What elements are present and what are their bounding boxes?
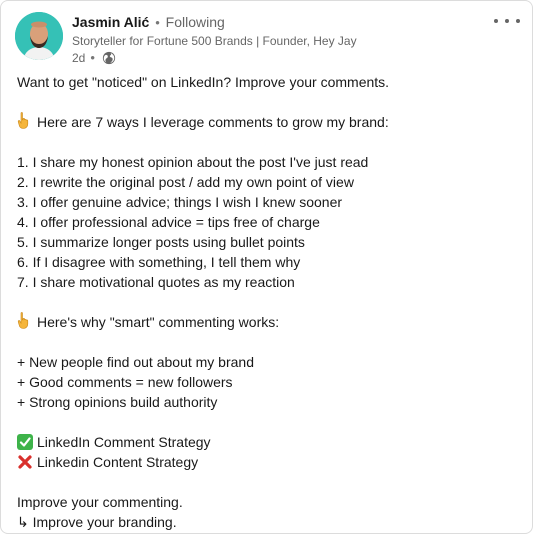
closing-line: Improve your commenting. — [17, 494, 183, 510]
globe-icon — [102, 51, 116, 65]
pointing-down-emoji-icon — [17, 112, 31, 134]
post-body: Want to get "noticed" on LinkedIn? Impro… — [17, 72, 520, 532]
separator-dot: • — [90, 50, 95, 65]
pointing-down-emoji-icon — [17, 312, 31, 334]
post-time: 2d — [72, 51, 86, 65]
author-avatar[interactable] — [15, 12, 63, 60]
separator-dot: • — [155, 15, 160, 30]
author-name[interactable]: Jasmin Alić — [72, 14, 149, 30]
benefit-item: + Good comments = new followers — [17, 374, 233, 390]
more-horizontal-icon — [516, 19, 520, 23]
list-item: 7. I share motivational quotes as my rea… — [17, 274, 295, 290]
no-strategy: Linkedin Content Strategy — [37, 454, 199, 470]
list-item: 6. If I disagree with something, I tell … — [17, 254, 301, 270]
author-name-row: Jasmin Alić • Following — [72, 13, 478, 32]
list-item: 2. I rewrite the original post / add my … — [17, 174, 354, 190]
post-time-row: 2d • — [72, 50, 478, 66]
closing-line: ↳ Improve your branding. — [17, 514, 177, 530]
benefit-item: + Strong opinions build authority — [17, 394, 218, 410]
list-item: 4. I offer professional advice = tips fr… — [17, 214, 320, 230]
yes-strategy-line: LinkedIn Comment Strategy — [17, 432, 520, 452]
why-heading-line: Here's why "smart" commenting works: — [17, 312, 520, 332]
ways-heading-line: Here are 7 ways I leverage comments to g… — [17, 112, 520, 132]
benefit-item: + New people find out about my brand — [17, 354, 254, 370]
more-horizontal-icon — [505, 19, 509, 23]
list-item: 5. I summarize longer posts using bullet… — [17, 234, 305, 250]
no-strategy-line: Linkedin Content Strategy — [17, 452, 520, 472]
post-header: Jasmin Alić • Following Storyteller for … — [15, 12, 520, 65]
avatar-portrait — [15, 12, 63, 60]
more-horizontal-icon — [494, 19, 498, 23]
author-tagline: Storyteller for Fortune 500 Brands | Fou… — [72, 34, 357, 48]
check-mark-icon — [17, 434, 33, 450]
yes-strategy: LinkedIn Comment Strategy — [37, 434, 211, 450]
follow-status: Following — [165, 14, 225, 30]
more-options-button[interactable] — [494, 14, 520, 28]
post-intro: Want to get "noticed" on LinkedIn? Impro… — [17, 74, 390, 90]
feed-post: Jasmin Alić • Following Storyteller for … — [0, 0, 533, 534]
list-item: 3. I offer genuine advice; things I wish… — [17, 194, 343, 210]
author-meta: Jasmin Alić • Following Storyteller for … — [72, 13, 478, 66]
cross-mark-icon — [17, 454, 33, 470]
list-item: 1. I share my honest opinion about the p… — [17, 154, 369, 170]
ways-heading: Here are 7 ways I leverage comments to g… — [37, 114, 389, 130]
why-heading: Here's why "smart" commenting works: — [37, 314, 280, 330]
